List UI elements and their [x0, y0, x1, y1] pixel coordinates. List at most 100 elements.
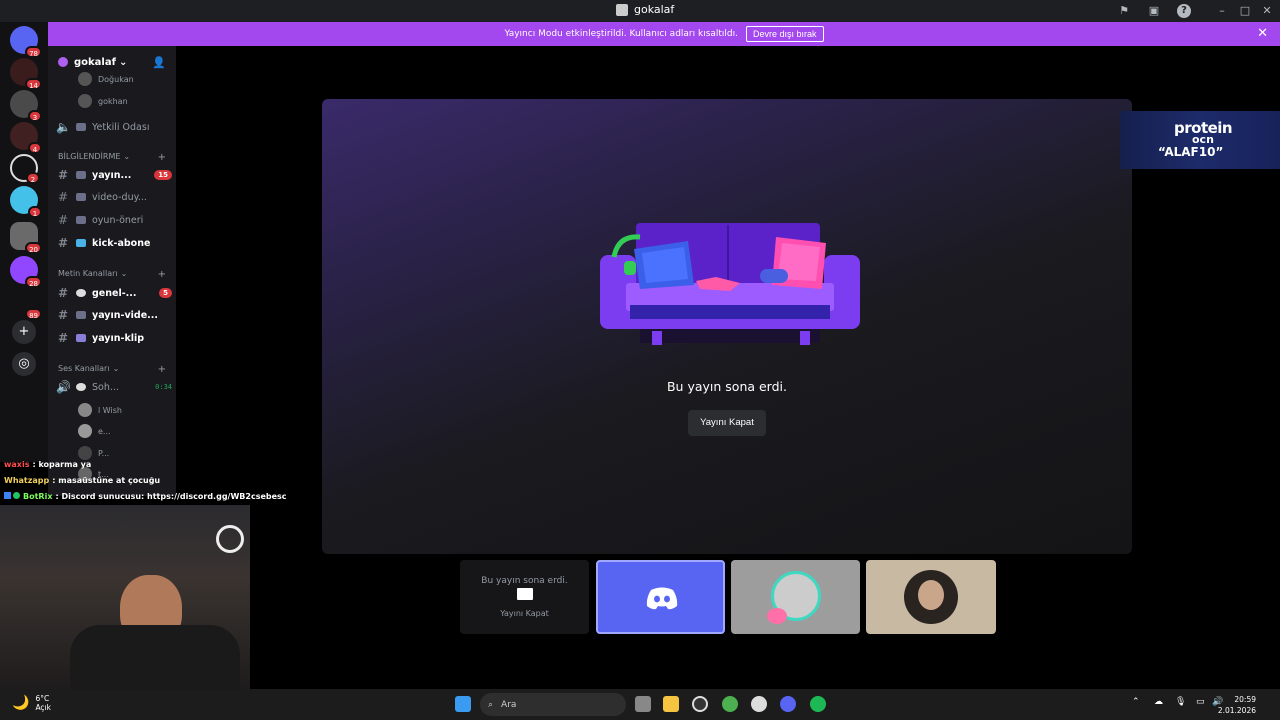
taskbar-search[interactable]: ⌕ Ara	[480, 693, 626, 716]
server-icon[interactable]: 3	[10, 90, 42, 122]
speech-bubble-icon	[76, 383, 86, 391]
spotify-icon[interactable]	[810, 696, 826, 712]
maximize-button[interactable]: □	[1237, 3, 1253, 19]
add-channel-icon[interactable]: +	[158, 269, 166, 280]
chat-text: : Discord sunucusu: https://discord.gg/W…	[55, 492, 287, 501]
speaker-icon: 🔊	[56, 380, 71, 394]
channel-item[interactable]: # yayın-vide...	[56, 306, 172, 324]
help-icon[interactable]: ?	[1177, 4, 1191, 18]
onedrive-icon[interactable]: ☁	[1154, 697, 1163, 707]
server-icon[interactable]: 89	[10, 288, 42, 320]
channel-item[interactable]: # genel-... 5	[56, 284, 172, 302]
server-icon[interactable]: 1	[10, 186, 42, 218]
weather-widget[interactable]: 🌙 6°C Açık	[12, 694, 51, 712]
clock[interactable]: 20:59 2.01.2026	[1218, 694, 1256, 716]
channel-yetkili-odasi[interactable]: 🔈 Yetkili Odası	[56, 118, 172, 136]
disable-streamer-mode-button[interactable]: Devre dışı bırak	[746, 26, 824, 42]
voice-user[interactable]: P...	[78, 446, 109, 460]
app-icon	[616, 3, 628, 16]
hash-icon: #	[57, 331, 69, 345]
hash-icon: #	[57, 286, 69, 300]
start-button[interactable]	[455, 696, 471, 712]
category-info[interactable]: BİLGİLENDİRME ⌄ +	[58, 152, 166, 163]
avatar	[78, 403, 92, 417]
server-icon[interactable]: 2	[10, 154, 40, 184]
chat-user: waxis	[4, 460, 30, 469]
invite-icon[interactable]: 👤	[152, 56, 166, 69]
minimize-button[interactable]: –	[1214, 3, 1230, 19]
server-icon[interactable]: 20	[10, 222, 42, 254]
chat-message: Whatzapp: masaüstüne at çocuğu	[4, 476, 160, 485]
network-icon[interactable]: ▭	[1196, 697, 1205, 707]
file-explorer-icon[interactable]	[663, 696, 679, 712]
voice-user[interactable]: Doğukan	[78, 72, 134, 86]
chrome-icon[interactable]	[722, 696, 738, 712]
mention-badge: 1	[28, 206, 42, 218]
mention-badge: 89	[25, 308, 42, 320]
task-view-icon[interactable]	[635, 696, 651, 712]
hash-icon: #	[57, 168, 69, 182]
chevron-down-icon: ⌄	[120, 269, 128, 278]
discord-icon[interactable]	[780, 696, 796, 712]
channel-item[interactable]: # yayın-klip	[56, 329, 172, 347]
voice-user[interactable]: gokhan	[78, 94, 128, 108]
inbox-icon[interactable]: ⚑	[1116, 3, 1132, 19]
tile-close-label[interactable]: Yayını Kapat	[460, 609, 589, 618]
speech-bubble-icon	[76, 289, 86, 297]
channel-emoji-icon	[76, 311, 86, 319]
add-channel-icon[interactable]: +	[158, 364, 166, 375]
add-server-icon[interactable]: +	[12, 320, 36, 344]
channel-item[interactable]: # kick-abone	[56, 234, 172, 252]
channel-item[interactable]: # oyun-öneri	[56, 211, 172, 229]
stream-ended-text: Bu yayın sona erdi.	[666, 379, 787, 394]
server-rail: 78 14 3 4 2 1 20 28 89 + ◎	[0, 22, 48, 462]
participant-tile[interactable]	[731, 560, 860, 634]
chat-user: BotRix	[23, 492, 53, 501]
stream-tile[interactable]: Bu yayın sona erdi. Yayını Kapat	[460, 560, 589, 634]
channel-emoji-icon	[76, 123, 86, 131]
add-channel-icon[interactable]: +	[158, 152, 166, 163]
microphone-icon[interactable]: 🎙	[1175, 697, 1186, 707]
webcam-feed	[0, 505, 250, 689]
window-title: gokalaf	[616, 3, 674, 16]
participant-tile-selected[interactable]	[596, 560, 725, 634]
channel-emoji-icon	[76, 193, 86, 201]
banner-message: Yayıncı Modu etkinleştirildi. Kullanıcı …	[504, 29, 739, 39]
channel-item[interactable]: # video-duy...	[56, 188, 172, 206]
chatgpt-icon[interactable]	[751, 696, 767, 712]
chevron-up-icon[interactable]: ⌃	[1132, 697, 1140, 707]
close-stream-button[interactable]: Yayını Kapat	[688, 410, 766, 436]
channel-sidebar: gokalaf ⌄ 👤 Doğukan gokhan 🔈 Yetkili Odas…	[48, 46, 176, 496]
chat-text: : koparma ya	[32, 460, 92, 469]
clock-time: 20:59	[1234, 695, 1256, 704]
home-button[interactable]: 78	[10, 26, 42, 58]
mention-badge: 20	[25, 242, 42, 254]
server-icon[interactable]: 4	[10, 122, 42, 154]
app-icon[interactable]	[692, 696, 708, 712]
search-placeholder: Ara	[501, 699, 517, 710]
avatar-face	[918, 580, 944, 610]
weather-temp: 6°C	[35, 694, 50, 703]
category-text[interactable]: Metin Kanalları ⌄ +	[58, 269, 166, 280]
screen-icon[interactable]: ▣	[1146, 3, 1162, 19]
chat-user: Whatzapp	[4, 476, 50, 485]
channel-item[interactable]: # yayın... 15	[56, 166, 172, 184]
chevron-down-icon: ⌄	[123, 152, 131, 161]
category-voice[interactable]: Ses Kanalları ⌄ +	[58, 364, 166, 375]
hash-icon: #	[57, 190, 69, 204]
voice-user[interactable]: e...	[78, 424, 111, 438]
speaker-icon: 🔈	[56, 120, 71, 134]
server-icon[interactable]: 14	[10, 58, 42, 90]
server-icon[interactable]: 28	[10, 256, 42, 288]
discover-icon[interactable]: ◎	[12, 352, 36, 376]
chat-message: BotRix: Discord sunucusu: https://discor…	[4, 492, 287, 501]
taskbar: 🌙 6°C Açık ⌕ Ara ⌃ ☁ 🎙 ▭ 🔊 20:59 2.01.20…	[0, 689, 1280, 720]
voice-channel[interactable]: 🔊 Soh... 0:34	[56, 378, 172, 396]
title-bar: gokalaf ⚑ ▣ ? – □ ✕	[0, 0, 1280, 22]
close-icon[interactable]: ✕	[1257, 26, 1268, 41]
mention-badge: 4	[28, 142, 42, 154]
voice-user[interactable]: l Wish	[78, 403, 122, 417]
participant-tile[interactable]	[866, 560, 996, 634]
streamer-mode-banner: Yayıncı Modu etkinleştirildi. Kullanıcı …	[48, 22, 1280, 46]
close-window-button[interactable]: ✕	[1259, 3, 1275, 19]
